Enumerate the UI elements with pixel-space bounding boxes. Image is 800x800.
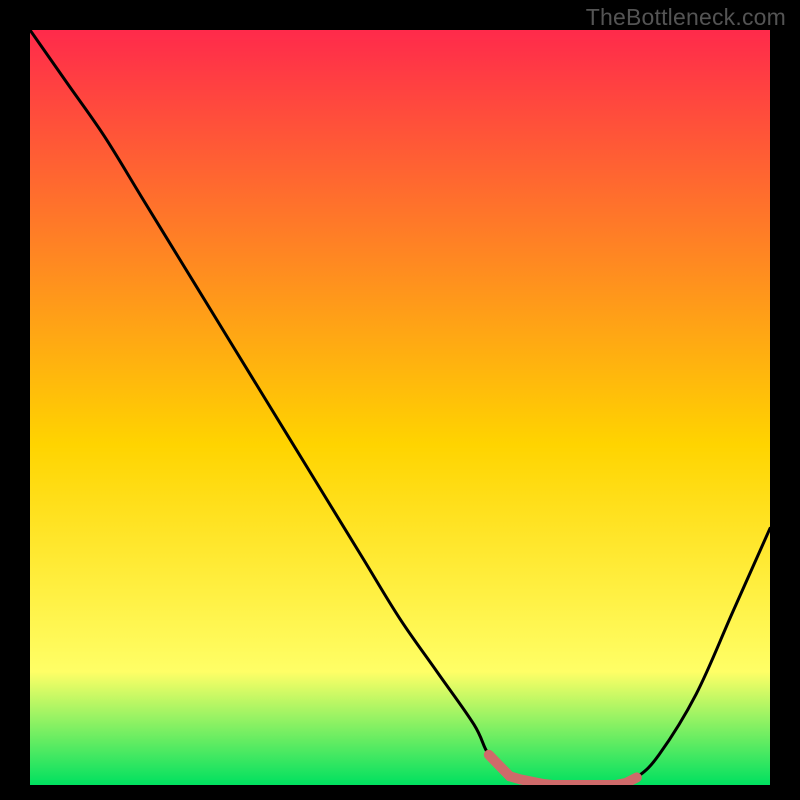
bottleneck-chart bbox=[30, 30, 770, 785]
chart-frame: TheBottleneck.com bbox=[0, 0, 800, 800]
heatmap-background bbox=[30, 30, 770, 785]
attribution-text: TheBottleneck.com bbox=[586, 4, 786, 31]
